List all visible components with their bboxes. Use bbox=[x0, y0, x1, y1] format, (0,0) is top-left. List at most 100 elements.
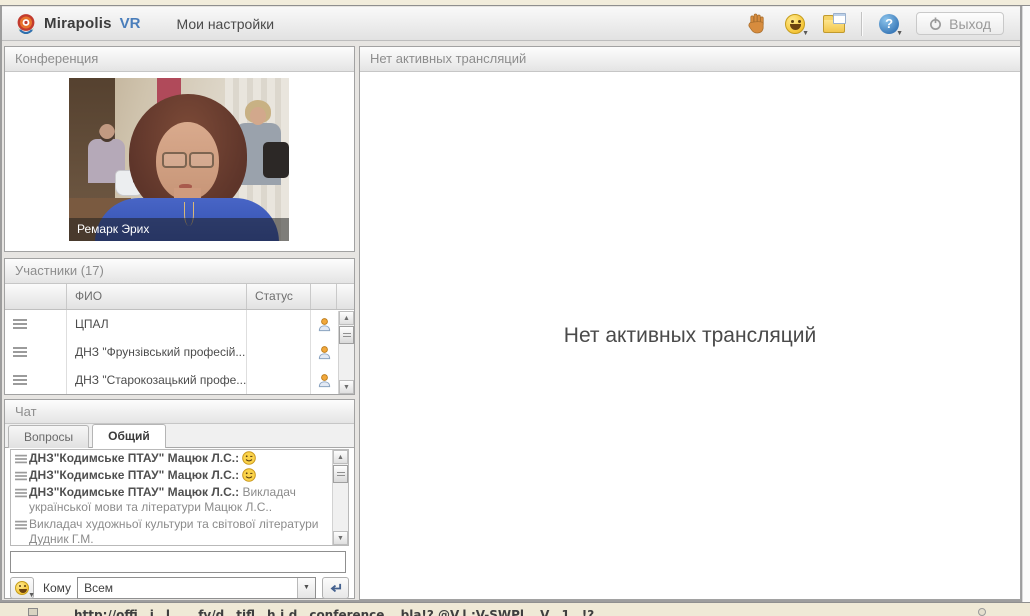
message-text: Викладач художньої культури та світової … bbox=[29, 517, 319, 545]
video-feed[interactable]: Ремарк Эрих bbox=[69, 78, 289, 241]
participant-icon bbox=[318, 345, 331, 359]
broadcast-panel-title: Нет активных трансляций bbox=[360, 47, 1020, 72]
send-message-button[interactable] bbox=[322, 577, 349, 599]
chevron-down-icon: ▼ bbox=[802, 29, 810, 37]
help-icon[interactable]: ? ▼ bbox=[877, 12, 904, 37]
participant-row[interactable]: ДНЗ "Старокозацький профе... bbox=[5, 366, 354, 394]
message-menu-icon[interactable] bbox=[15, 454, 27, 464]
brand-name: Mirapolis bbox=[44, 15, 112, 32]
scroll-up-icon[interactable]: ▲ bbox=[333, 450, 348, 464]
background-person-head bbox=[250, 107, 266, 125]
chat-panel: Чат Вопросы Общий ДНЗ"Кодимське ПТАУ" Ма… bbox=[4, 399, 355, 599]
files-icon[interactable] bbox=[822, 12, 847, 36]
logout-label: Выход bbox=[949, 15, 991, 32]
mirapolis-logo-icon bbox=[17, 13, 35, 34]
recipient-select[interactable]: Всем ▼ bbox=[77, 577, 316, 599]
chevron-down-icon[interactable]: ▼ bbox=[297, 578, 315, 598]
window-border-left bbox=[0, 6, 2, 602]
scroll-down-icon[interactable]: ▼ bbox=[333, 531, 348, 545]
chevron-down-icon: ▼ bbox=[28, 592, 35, 599]
folder-icon bbox=[823, 13, 847, 33]
participant-status bbox=[247, 366, 311, 394]
participants-table-header: ФИО Статус bbox=[5, 284, 354, 310]
participant-status bbox=[247, 310, 311, 338]
toolbar: Mirapolis VR Мои настройки ▼ ? ▼ Выход bbox=[2, 7, 1020, 41]
participants-panel-title: Участники (17) bbox=[5, 259, 354, 284]
scrollbar-thumb[interactable] bbox=[333, 465, 348, 483]
recipient-label: Кому bbox=[43, 581, 72, 595]
emoticons-icon[interactable]: ▼ bbox=[783, 12, 810, 37]
scroll-down-icon[interactable]: ▼ bbox=[339, 380, 354, 394]
chat-input[interactable] bbox=[10, 551, 346, 573]
participant-name: ДНЗ "Фрунзівський професій... bbox=[67, 338, 247, 366]
message-author: ДНЗ"Кодимське ПТАУ" Мацюк Л.С.: bbox=[29, 485, 240, 499]
participant-name: ЦПАЛ bbox=[67, 310, 247, 338]
chat-message: ДНЗ"Кодимське ПТАУ" Мацюк Л.С.: bbox=[11, 450, 332, 467]
scroll-up-icon[interactable]: ▲ bbox=[339, 311, 354, 325]
participants-scrollbar[interactable]: ▲ ▼ bbox=[338, 311, 354, 394]
participant-name: ДНЗ "Старокозацький профе... bbox=[67, 366, 247, 394]
wink-smiley-icon bbox=[242, 451, 256, 465]
logout-button[interactable]: Выход bbox=[916, 12, 1004, 35]
message-author: ДНЗ"Кодимське ПТАУ" Мацюк Л.С.: bbox=[29, 451, 240, 465]
raise-hand-icon[interactable] bbox=[744, 12, 768, 36]
participants-rows: ЦПАЛ ДНЗ "Фрунзівський професій... ДНЗ "Ст… bbox=[5, 310, 354, 394]
app-logo: Mirapolis VR bbox=[14, 12, 141, 36]
message-menu-icon[interactable] bbox=[15, 520, 27, 530]
brand-suffix: VR bbox=[119, 15, 141, 32]
tab-questions[interactable]: Вопросы bbox=[8, 425, 90, 448]
menu-item-my-settings[interactable]: Мои настройки bbox=[177, 16, 275, 32]
column-scroll bbox=[337, 284, 354, 309]
drag-handle-icon[interactable] bbox=[13, 319, 27, 329]
tab-general[interactable]: Общий bbox=[92, 424, 166, 448]
status-bar: http://offi…i…l… …fv/d…tifl…h.i.d…confer… bbox=[0, 602, 1030, 616]
conference-panel-title: Конференция bbox=[5, 47, 354, 72]
no-broadcast-message: Нет активных трансляций bbox=[563, 323, 817, 347]
chat-scrollbar[interactable]: ▲ ▼ bbox=[332, 450, 348, 545]
speaker-glasses bbox=[162, 152, 214, 168]
column-icon bbox=[311, 284, 337, 309]
smiley-face-icon bbox=[15, 581, 29, 595]
column-fio: ФИО bbox=[67, 284, 247, 309]
chat-message: ДНЗ"Кодимське ПТАУ" Мацюк Л.С.: bbox=[11, 467, 332, 484]
chat-message: Викладач художньої культури та світової … bbox=[11, 516, 332, 545]
enter-arrow-icon bbox=[330, 583, 342, 592]
insert-emoticon-button[interactable]: ▼ bbox=[10, 577, 35, 599]
participant-status bbox=[247, 338, 311, 366]
power-icon bbox=[930, 17, 942, 30]
status-page-icon bbox=[28, 608, 38, 616]
browser-chrome-strip bbox=[0, 0, 1030, 6]
message-menu-icon[interactable] bbox=[15, 471, 27, 481]
toolbar-separator bbox=[861, 11, 863, 36]
broadcast-panel: Нет активных трансляций Нет активных тра… bbox=[359, 46, 1021, 600]
recipient-value: Всем bbox=[84, 581, 113, 595]
participant-icon bbox=[318, 373, 331, 387]
drag-handle-icon[interactable] bbox=[13, 375, 27, 385]
wink-smiley-icon bbox=[242, 468, 256, 482]
chat-panel-title: Чат bbox=[5, 400, 354, 424]
toolbar-right-group: ▼ ? ▼ Выход bbox=[744, 11, 1020, 37]
status-indicator-icon bbox=[978, 608, 986, 616]
drag-handle-icon[interactable] bbox=[13, 347, 27, 357]
participant-row[interactable]: ЦПАЛ bbox=[5, 310, 354, 338]
broadcast-area: Нет активных трансляций bbox=[360, 72, 1020, 599]
chat-message: ДНЗ"Кодимське ПТАУ" Мацюк Л.С.: Викладач… bbox=[11, 484, 332, 516]
chat-message-list: ДНЗ"Кодимське ПТАУ" Мацюк Л.С.: ДНЗ"Кодим… bbox=[11, 450, 332, 545]
participants-panel: Участники (17) ФИО Статус ЦПАЛ ДНЗ "Фрунз… bbox=[4, 258, 355, 395]
column-status: Статус bbox=[247, 284, 311, 309]
message-menu-icon[interactable] bbox=[15, 488, 27, 498]
message-author: ДНЗ"Кодимське ПТАУ" Мацюк Л.С.: bbox=[29, 468, 240, 482]
participant-icon bbox=[318, 317, 331, 331]
chevron-down-icon: ▼ bbox=[896, 29, 904, 37]
participant-row[interactable]: ДНЗ "Фрунзівський професій... bbox=[5, 338, 354, 366]
status-url-text: http://offi…i…l… …fv/d…tifl…h.i.d…confer… bbox=[74, 608, 595, 616]
scrollbar-thumb[interactable] bbox=[339, 326, 354, 344]
conference-panel: Конференция Ремарк Эрих bbox=[4, 46, 355, 252]
background-person-head bbox=[99, 124, 115, 142]
browser-scrollbar-track[interactable] bbox=[1022, 6, 1030, 602]
chat-bottom-row: ▼ Кому Всем ▼ bbox=[10, 577, 349, 599]
dark-bag bbox=[263, 142, 289, 178]
column-drag bbox=[5, 284, 67, 309]
speaker-name-overlay: Ремарк Эрих bbox=[69, 218, 289, 241]
chat-tabs: Вопросы Общий bbox=[5, 424, 354, 448]
